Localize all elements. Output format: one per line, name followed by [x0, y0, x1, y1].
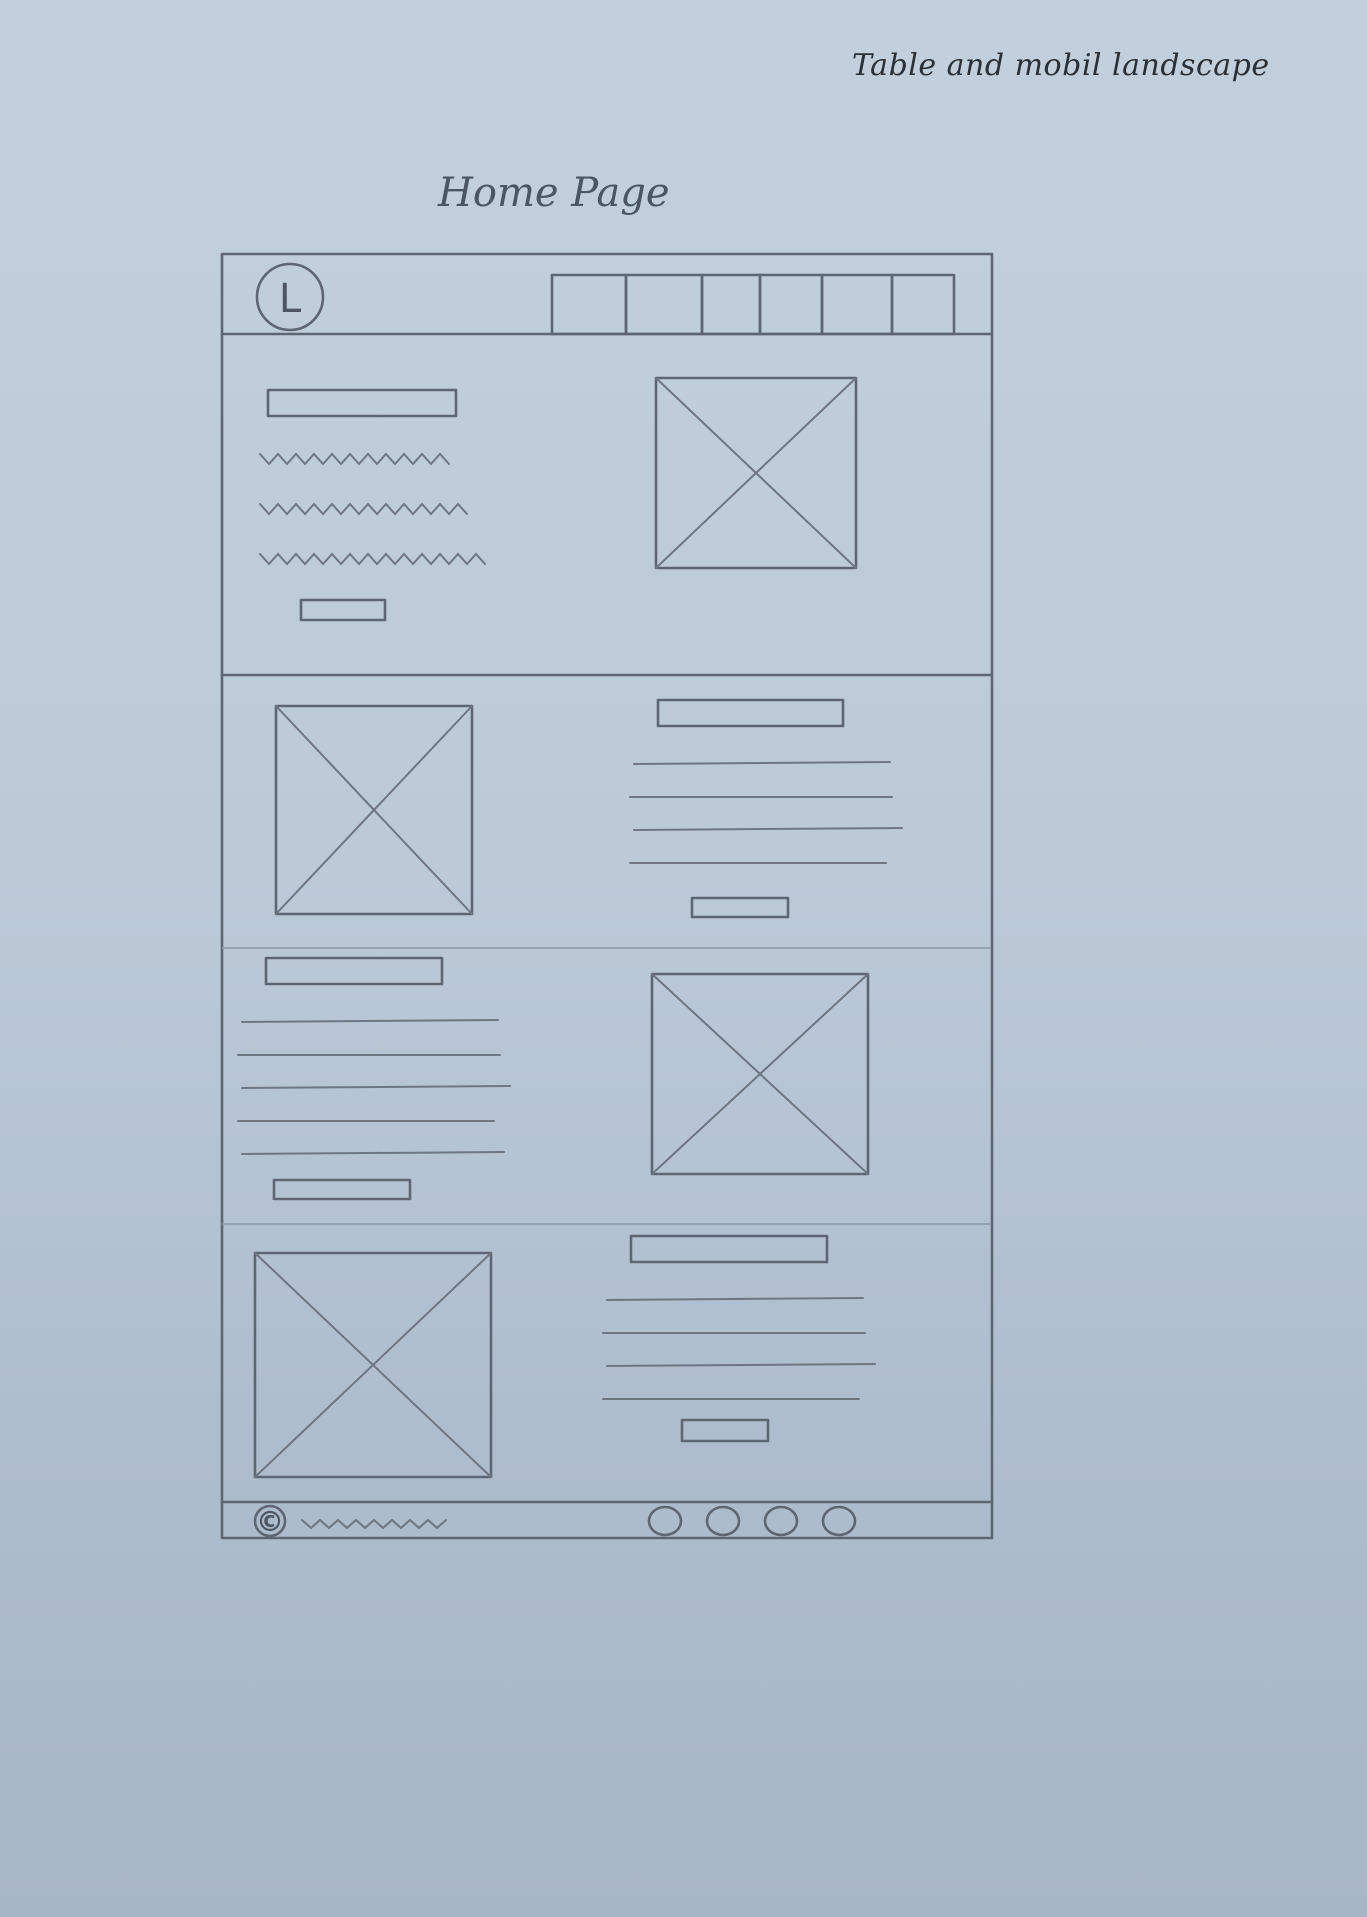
section-1	[259, 376, 858, 622]
content-sections	[237, 376, 903, 1479]
image-placeholder-icon	[274, 704, 474, 916]
cta-button[interactable]	[690, 896, 790, 919]
device-frame	[220, 252, 994, 1540]
text-line	[633, 761, 891, 765]
social-icon-2[interactable]	[705, 1505, 741, 1537]
nav-tab-6[interactable]	[890, 273, 956, 336]
nav-tab-active[interactable]	[550, 273, 628, 336]
cta-button[interactable]	[272, 1178, 412, 1201]
image-placeholder-icon	[654, 376, 858, 570]
text-line-squiggle	[259, 452, 450, 466]
logo-letter: L	[279, 276, 302, 322]
heading-placeholder	[656, 698, 845, 728]
footer-text-squiggle	[301, 1518, 447, 1530]
section-3	[237, 956, 870, 1201]
social-icons	[647, 1505, 857, 1537]
text-line	[241, 1019, 499, 1023]
text-line-squiggle	[259, 502, 468, 516]
nav-tab-3[interactable]	[700, 273, 762, 336]
image-placeholder-icon	[253, 1251, 493, 1479]
copyright-symbol: ©	[256, 1505, 284, 1538]
header: L	[220, 262, 992, 336]
heading-placeholder	[264, 956, 444, 986]
nav-tab-2[interactable]	[624, 273, 704, 336]
nav-bar	[550, 273, 956, 336]
logo-icon: L	[255, 262, 325, 332]
text-line	[241, 1085, 511, 1089]
wireframe-sketch: L ©	[220, 252, 994, 1540]
heading-placeholder	[266, 388, 458, 418]
cta-button[interactable]	[299, 598, 387, 622]
copyright-icon: ©	[253, 1504, 287, 1538]
social-icon-3[interactable]	[763, 1505, 799, 1537]
text-line	[633, 827, 903, 831]
text-line	[606, 1297, 864, 1301]
image-placeholder-icon	[650, 972, 870, 1176]
social-icon-1[interactable]	[647, 1505, 683, 1537]
heading-placeholder	[629, 1234, 829, 1264]
text-line	[606, 1363, 876, 1367]
footer: ©	[253, 1504, 857, 1538]
nav-tab-5[interactable]	[820, 273, 894, 336]
section-4	[253, 1234, 876, 1479]
text-line	[241, 1151, 505, 1155]
section-2	[274, 698, 903, 919]
social-icon-4[interactable]	[821, 1505, 857, 1537]
cta-button[interactable]	[680, 1418, 770, 1443]
nav-tab-4[interactable]	[758, 273, 824, 336]
text-line-squiggle	[259, 552, 486, 566]
